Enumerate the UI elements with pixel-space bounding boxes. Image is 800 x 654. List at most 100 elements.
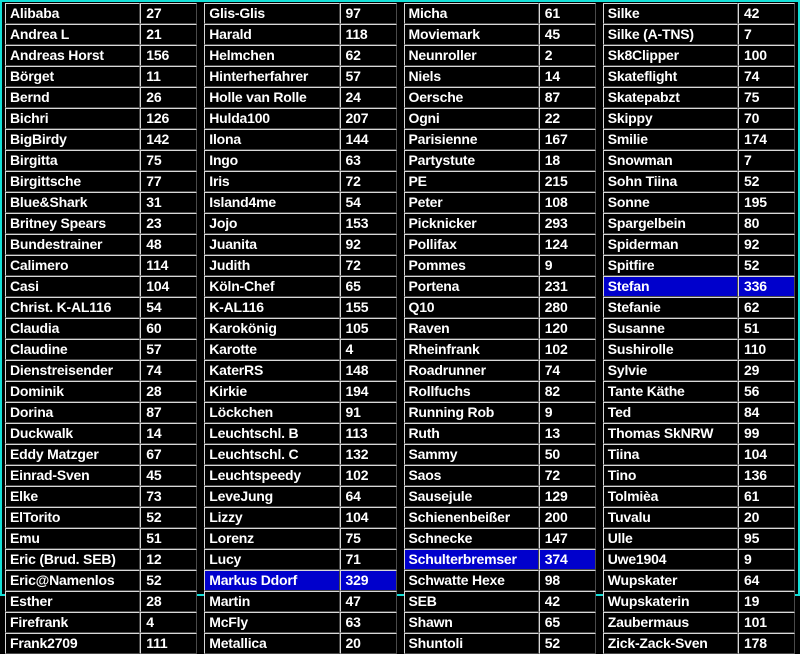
table-row[interactable]: Q10 280 xyxy=(403,297,596,318)
player-name-cell[interactable]: Dorina xyxy=(5,402,141,423)
player-name-cell[interactable]: Ilona xyxy=(204,129,340,150)
player-score-cell[interactable]: 215 xyxy=(538,171,596,192)
player-name-cell[interactable]: Köln-Chef xyxy=(204,276,340,297)
player-score-cell[interactable]: 118 xyxy=(339,24,397,45)
player-name-cell[interactable]: Sonne xyxy=(602,192,739,213)
table-row[interactable]: Ingo 63 xyxy=(204,150,397,171)
table-row[interactable]: Susanne 51 xyxy=(602,318,795,339)
player-score-cell[interactable]: 62 xyxy=(339,45,397,66)
player-score-cell[interactable]: 92 xyxy=(738,234,795,255)
table-row[interactable]: Zaubermaus 101 xyxy=(602,612,795,633)
player-name-cell[interactable]: Dienstreisender xyxy=(5,360,141,381)
player-score-cell[interactable]: 51 xyxy=(738,318,795,339)
player-score-cell[interactable]: 52 xyxy=(140,507,198,528)
table-row[interactable]: Duckwalk 14 xyxy=(5,423,198,444)
player-score-cell[interactable]: 75 xyxy=(339,528,397,549)
player-name-cell[interactable]: Wupskater xyxy=(602,570,739,591)
table-row[interactable]: K-AL116 155 xyxy=(204,297,397,318)
player-score-cell[interactable]: 77 xyxy=(140,171,198,192)
player-name-cell[interactable]: Sylvie xyxy=(602,360,739,381)
player-name-cell[interactable]: Sk8Clipper xyxy=(602,45,739,66)
player-name-cell[interactable]: Leuchtschl. B xyxy=(204,423,340,444)
table-row[interactable]: Portena 231 xyxy=(403,276,596,297)
player-score-cell[interactable]: 9 xyxy=(538,402,596,423)
player-name-cell[interactable]: Birgittsche xyxy=(5,171,141,192)
player-name-cell[interactable]: Ted xyxy=(602,402,739,423)
player-name-cell[interactable]: Glis-Glis xyxy=(204,3,340,24)
table-row[interactable]: Esther 28 xyxy=(5,591,198,612)
player-score-cell[interactable]: 20 xyxy=(738,507,795,528)
table-row[interactable]: Birgittsche 77 xyxy=(5,171,198,192)
player-score-cell[interactable]: 73 xyxy=(140,486,198,507)
table-row[interactable]: Partystute 18 xyxy=(403,150,596,171)
table-row[interactable]: Tuvalu 20 xyxy=(602,507,795,528)
player-name-cell[interactable]: Tiina xyxy=(602,444,739,465)
player-name-cell[interactable]: Markus Ddorf xyxy=(204,570,340,591)
player-score-cell[interactable]: 19 xyxy=(738,591,795,612)
player-name-cell[interactable]: Schwatte Hexe xyxy=(403,570,539,591)
table-row[interactable]: Tante Käthe 56 xyxy=(602,381,795,402)
player-score-cell[interactable]: 231 xyxy=(538,276,596,297)
table-row[interactable]: McFly 63 xyxy=(204,612,397,633)
player-score-cell[interactable]: 52 xyxy=(738,171,795,192)
player-name-cell[interactable]: Schnecke xyxy=(403,528,539,549)
player-score-cell[interactable]: 21 xyxy=(140,24,198,45)
table-row[interactable]: Claudia 60 xyxy=(5,318,198,339)
player-name-cell[interactable]: Lorenz xyxy=(204,528,340,549)
player-score-cell[interactable]: 29 xyxy=(738,360,795,381)
player-name-cell[interactable]: Bichri xyxy=(5,108,141,129)
table-row[interactable]: Skateflight 74 xyxy=(602,66,795,87)
player-name-cell[interactable]: Neunroller xyxy=(403,45,539,66)
player-score-cell[interactable]: 336 xyxy=(738,276,795,297)
player-name-cell[interactable]: Smilie xyxy=(602,129,739,150)
player-name-cell[interactable]: Leuchtschl. C xyxy=(204,444,340,465)
player-score-cell[interactable]: 280 xyxy=(538,297,596,318)
table-row[interactable]: Lorenz 75 xyxy=(204,528,397,549)
table-row[interactable]: Leuchtschl. C 132 xyxy=(204,444,397,465)
player-score-cell[interactable]: 72 xyxy=(339,255,397,276)
player-score-cell[interactable]: 27 xyxy=(140,3,198,24)
player-name-cell[interactable]: Alibaba xyxy=(5,3,141,24)
table-row[interactable]: Parisienne 167 xyxy=(403,129,596,150)
table-row[interactable]: Thomas SkNRW 99 xyxy=(602,423,795,444)
player-score-cell[interactable]: 45 xyxy=(538,24,596,45)
table-row[interactable]: Spargelbein 80 xyxy=(602,213,795,234)
player-name-cell[interactable]: Parisienne xyxy=(403,129,539,150)
player-score-cell[interactable]: 74 xyxy=(140,360,198,381)
table-row[interactable]: Bichri 126 xyxy=(5,108,198,129)
player-name-cell[interactable]: Hinterherfahrer xyxy=(204,66,340,87)
player-name-cell[interactable]: Sammy xyxy=(403,444,539,465)
table-row[interactable]: Roadrunner 74 xyxy=(403,360,596,381)
player-name-cell[interactable]: Uwe1904 xyxy=(602,549,739,570)
player-score-cell[interactable]: 28 xyxy=(140,381,198,402)
player-name-cell[interactable]: Leuchtspeedy xyxy=(204,465,340,486)
table-row[interactable]: Moviemark 45 xyxy=(403,24,596,45)
player-score-cell[interactable]: 194 xyxy=(339,381,397,402)
table-row[interactable]: Schwatte Hexe 98 xyxy=(403,570,596,591)
player-score-cell[interactable]: 52 xyxy=(738,255,795,276)
table-row[interactable]: Niels 14 xyxy=(403,66,596,87)
player-score-cell[interactable]: 56 xyxy=(738,381,795,402)
table-row[interactable]: Ruth 13 xyxy=(403,423,596,444)
player-score-cell[interactable]: 108 xyxy=(538,192,596,213)
player-score-cell[interactable]: 101 xyxy=(738,612,795,633)
player-score-cell[interactable]: 111 xyxy=(140,633,198,654)
player-score-cell[interactable]: 120 xyxy=(538,318,596,339)
player-name-cell[interactable]: Stefanie xyxy=(602,297,739,318)
player-score-cell[interactable]: 50 xyxy=(538,444,596,465)
player-name-cell[interactable]: Metallica xyxy=(204,633,340,654)
player-score-cell[interactable]: 57 xyxy=(339,66,397,87)
player-score-cell[interactable]: 132 xyxy=(339,444,397,465)
table-row[interactable]: Blue&Shark 31 xyxy=(5,192,198,213)
table-row[interactable]: Sausejule 129 xyxy=(403,486,596,507)
player-name-cell[interactable]: Karokönig xyxy=(204,318,340,339)
table-row[interactable]: Lucy 71 xyxy=(204,549,397,570)
table-row[interactable]: Shuntoli 52 xyxy=(403,633,596,654)
player-score-cell[interactable]: 167 xyxy=(538,129,596,150)
table-row[interactable]: ElTorito 52 xyxy=(5,507,198,528)
player-score-cell[interactable]: 104 xyxy=(738,444,795,465)
player-score-cell[interactable]: 142 xyxy=(140,129,198,150)
table-row[interactable]: Börget 11 xyxy=(5,66,198,87)
player-score-cell[interactable]: 11 xyxy=(140,66,198,87)
player-score-cell[interactable]: 147 xyxy=(538,528,596,549)
